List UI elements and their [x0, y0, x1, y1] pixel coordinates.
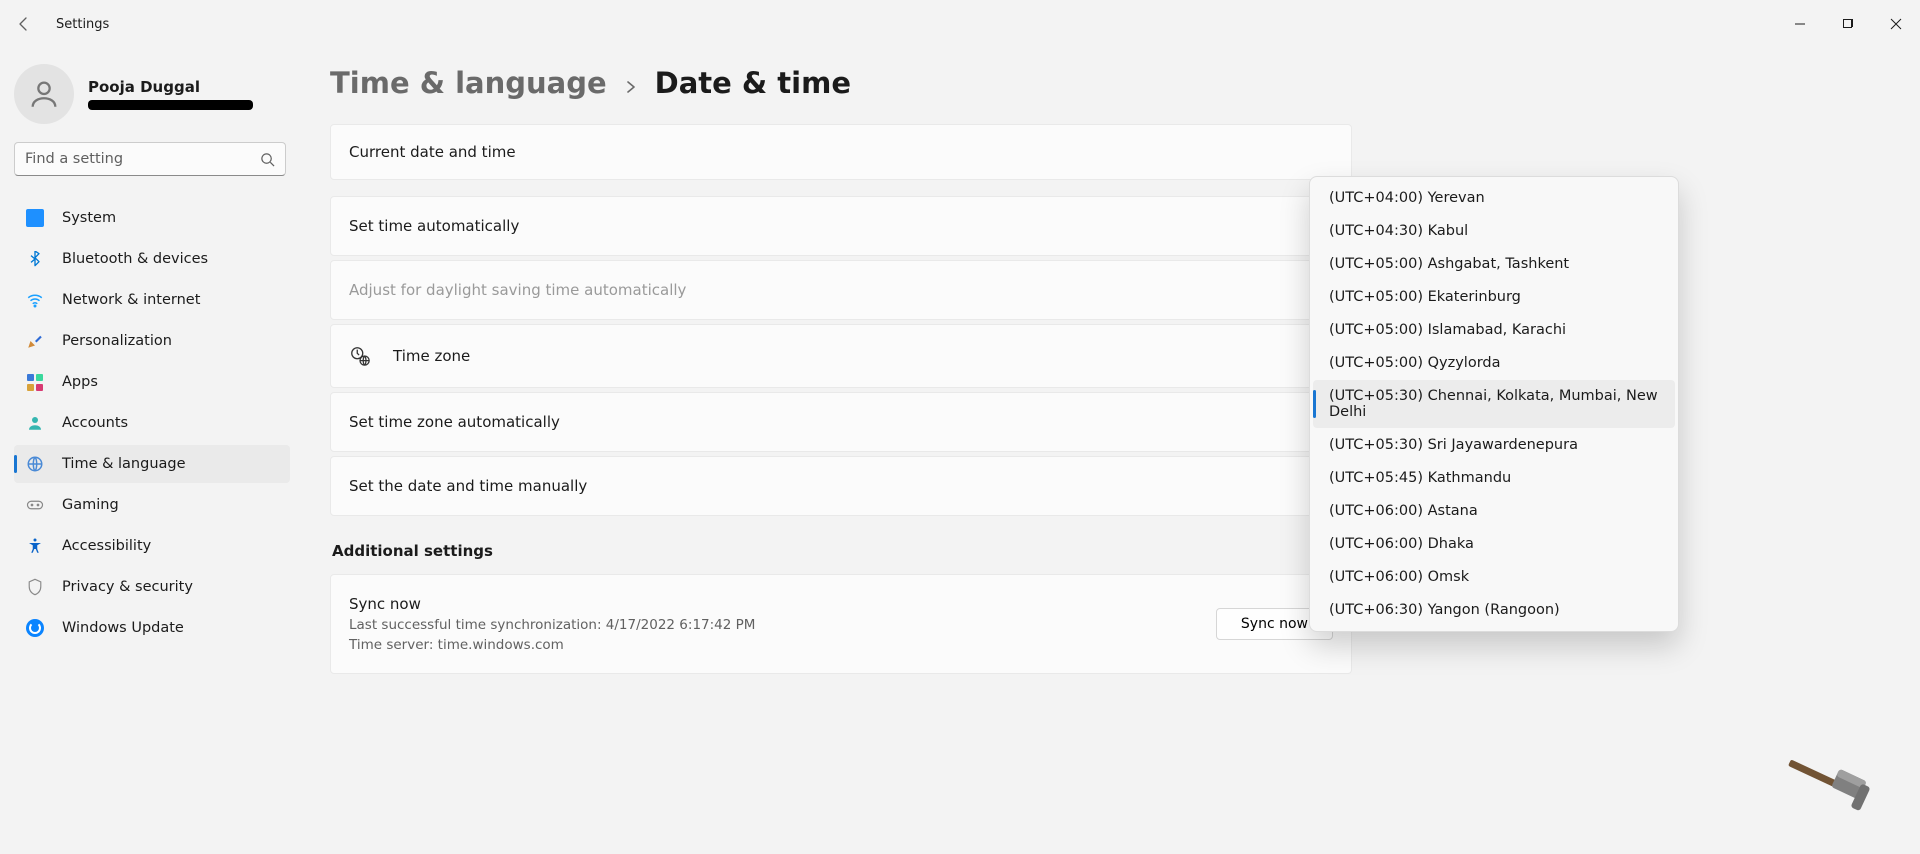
timezone-option[interactable]: (UTC+05:30) Chennai, Kolkata, Mumbai, Ne…	[1313, 380, 1675, 428]
content: Time & language Date & time Current date…	[300, 48, 1920, 854]
card-title: Set time automatically	[349, 217, 519, 235]
profile-email-redacted	[88, 100, 253, 110]
card-sync-now: Sync now Last successful time synchroniz…	[330, 574, 1352, 674]
timezone-option[interactable]: (UTC+05:00) Qyzylorda	[1313, 347, 1675, 379]
breadcrumb-parent[interactable]: Time & language	[330, 66, 607, 100]
sidebar-item-apps[interactable]: Apps	[14, 363, 290, 401]
accessibility-icon	[26, 537, 44, 555]
timezone-option[interactable]: (UTC+05:30) Sri Jayawardenepura	[1313, 429, 1675, 461]
chevron-right-icon	[625, 81, 637, 93]
sidebar-item-time-language[interactable]: Time & language	[14, 445, 290, 483]
timezone-option[interactable]: (UTC+04:30) Kabul	[1313, 215, 1675, 247]
sidebar-item-label: Personalization	[62, 333, 172, 349]
sidebar-item-update[interactable]: Windows Update	[14, 609, 290, 647]
sidebar-item-label: Accessibility	[62, 538, 151, 554]
window-title: Settings	[48, 17, 109, 32]
sidebar-item-label: Windows Update	[62, 620, 184, 636]
window-controls	[1776, 8, 1920, 40]
sidebar-item-accessibility[interactable]: Accessibility	[14, 527, 290, 565]
timezone-option[interactable]: (UTC+06:00) Astana	[1313, 495, 1675, 527]
back-button[interactable]	[0, 16, 48, 32]
sidebar-item-label: Accounts	[62, 415, 128, 431]
sidebar-item-label: System	[62, 210, 116, 226]
card-title: Adjust for daylight saving time automati…	[349, 281, 686, 299]
sidebar-item-personalization[interactable]: Personalization	[14, 322, 290, 360]
breadcrumb-current: Date & time	[655, 66, 851, 100]
profile-name: Pooja Duggal	[88, 78, 253, 96]
search-icon	[260, 152, 275, 167]
titlebar: Settings	[0, 0, 1920, 48]
sidebar-item-accounts[interactable]: Accounts	[14, 404, 290, 442]
sync-last: Last successful time synchronization: 4/…	[349, 617, 755, 633]
timezone-option[interactable]: (UTC+05:00) Ekaterinburg	[1313, 281, 1675, 313]
card-title: Set time zone automatically	[349, 413, 560, 431]
sidebar-nav: System Bluetooth & devices Network & int…	[8, 198, 296, 648]
privacy-icon	[26, 578, 44, 596]
windows-update-icon	[26, 619, 44, 637]
sidebar-item-network[interactable]: Network & internet	[14, 281, 290, 319]
sidebar-item-gaming[interactable]: Gaming	[14, 486, 290, 524]
timezone-option[interactable]: (UTC+04:00) Yerevan	[1313, 182, 1675, 214]
sidebar-item-bluetooth[interactable]: Bluetooth & devices	[14, 240, 290, 278]
system-icon	[26, 209, 44, 227]
sidebar: Pooja Duggal System Bluetooth & devices	[0, 48, 300, 854]
timezone-option[interactable]: (UTC+05:00) Ashgabat, Tashkent	[1313, 248, 1675, 280]
card-dst-auto: Adjust for daylight saving time automati…	[330, 260, 1352, 320]
search-box[interactable]	[14, 142, 286, 176]
sidebar-item-label: Network & internet	[62, 292, 200, 308]
card-title: Set the date and time manually	[349, 477, 587, 495]
timezone-option[interactable]: (UTC+06:00) Omsk	[1313, 561, 1675, 593]
card-title: Time zone	[393, 347, 470, 365]
apps-icon	[26, 373, 44, 391]
close-button[interactable]	[1872, 8, 1920, 40]
sidebar-item-label: Gaming	[62, 497, 119, 513]
card-set-tz-auto[interactable]: Set time zone automatically	[330, 392, 1352, 452]
minimize-button[interactable]	[1776, 8, 1824, 40]
sidebar-item-system[interactable]: System	[14, 199, 290, 237]
search-input[interactable]	[25, 151, 260, 167]
sidebar-item-label: Bluetooth & devices	[62, 251, 208, 267]
card-title: Current date and time	[349, 143, 516, 161]
profile[interactable]: Pooja Duggal	[8, 56, 296, 142]
sync-server: Time server: time.windows.com	[349, 637, 755, 653]
breadcrumb: Time & language Date & time	[330, 66, 1880, 100]
card-set-manual[interactable]: Set the date and time manually	[330, 456, 1352, 516]
timezone-option[interactable]: (UTC+06:30) Yangon (Rangoon)	[1313, 594, 1675, 626]
card-set-time-auto[interactable]: Set time automatically	[330, 196, 1352, 256]
wifi-icon	[26, 291, 44, 309]
timezone-option[interactable]: (UTC+05:00) Islamabad, Karachi	[1313, 314, 1675, 346]
sidebar-item-label: Apps	[62, 374, 98, 390]
sidebar-item-label: Time & language	[62, 456, 186, 472]
personalization-icon	[26, 332, 44, 350]
bluetooth-icon	[26, 250, 44, 268]
watermark-hammer-icon	[1776, 746, 1876, 812]
globe-clock-icon	[349, 345, 371, 367]
maximize-button[interactable]	[1824, 8, 1872, 40]
sidebar-item-label: Privacy & security	[62, 579, 193, 595]
accounts-icon	[26, 414, 44, 432]
timezone-dropdown[interactable]: (UTC+04:00) Yerevan(UTC+04:30) Kabul(UTC…	[1309, 176, 1679, 632]
card-current-datetime[interactable]: Current date and time	[330, 124, 1352, 180]
time-language-icon	[26, 455, 44, 473]
card-timezone[interactable]: Time zone	[330, 324, 1352, 388]
avatar	[14, 64, 74, 124]
timezone-option[interactable]: (UTC+06:00) Dhaka	[1313, 528, 1675, 560]
sidebar-item-privacy[interactable]: Privacy & security	[14, 568, 290, 606]
sync-title: Sync now	[349, 595, 755, 613]
timezone-option[interactable]: (UTC+05:45) Kathmandu	[1313, 462, 1675, 494]
gaming-icon	[26, 496, 44, 514]
